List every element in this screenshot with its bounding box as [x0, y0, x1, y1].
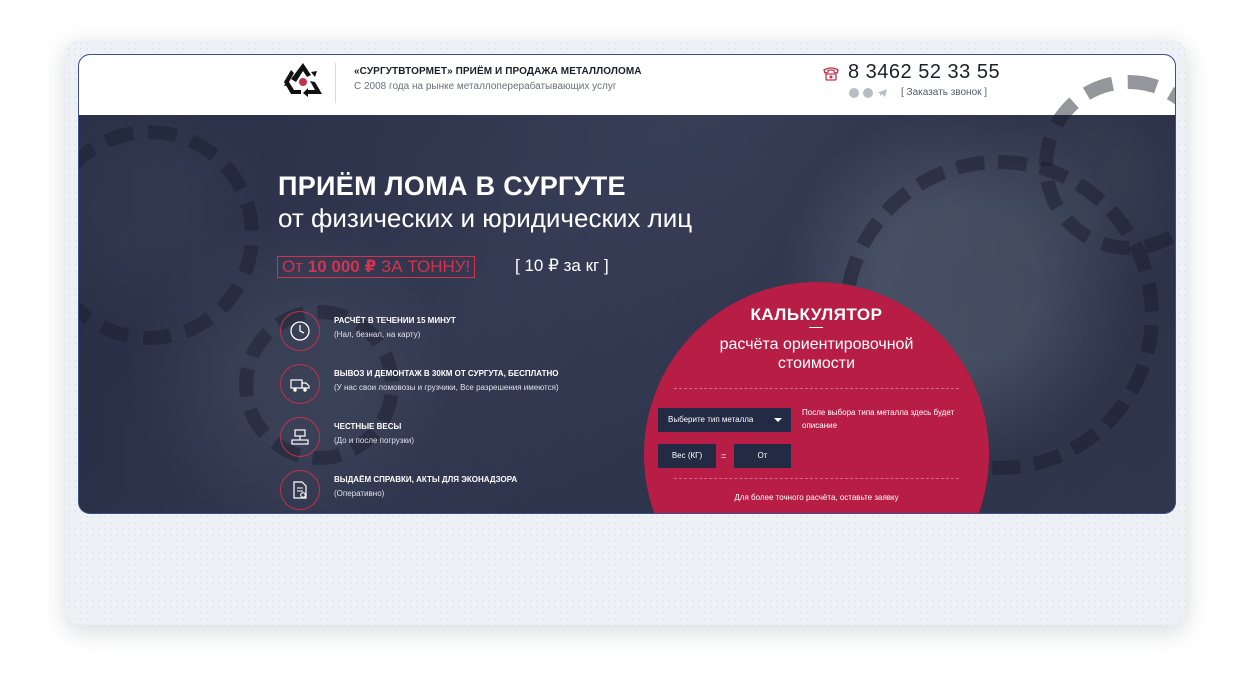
feature-title: ЧЕСТНЫЕ ВЕСЫ — [334, 422, 402, 431]
dashed-divider — [674, 388, 959, 389]
price-suffix: ЗА ТОННУ! — [376, 257, 471, 276]
result-field: От — [734, 444, 791, 468]
title-underline — [809, 327, 823, 328]
feature-desc: (У нас свои ломовозы и грузчики, Все раз… — [334, 383, 559, 392]
feature-desc: (Нал, безнал, на карту) — [334, 330, 421, 339]
feature-title: ВЫДАЁМ СПРАВКИ, АКТЫ ДЛЯ ЭКОНАДЗОРА — [334, 475, 518, 484]
website-view: «СУРГУТВТОРМЕТ» ПРИЁМ И ПРОДАЖА МЕТАЛЛОЛ… — [78, 54, 1176, 514]
hero-title: ПРИЁМ ЛОМА В СУРГУТЕ — [278, 171, 626, 201]
telegram-icon[interactable] — [877, 88, 887, 98]
calculator-subtitle-line2: стоимости — [777, 355, 856, 372]
price-badge: От 10 000 ₽ ЗА ТОННУ! — [277, 256, 476, 278]
truck-icon — [280, 364, 320, 404]
calculator-panel: КАЛЬКУЛЯТОР расчёта ориентировочной стои… — [644, 282, 989, 513]
price-value: 10 000 ₽ — [307, 257, 377, 276]
hero-section: ПРИЁМ ЛОМА В СУРГУТЕ от физических и юри… — [79, 75, 1175, 513]
phone-number[interactable]: 8 3462 52 33 55 — [848, 61, 1000, 84]
whatsapp-icon[interactable] — [863, 88, 873, 98]
dashed-divider — [674, 478, 959, 479]
phone-icon — [823, 67, 839, 81]
callback-link[interactable]: [ Заказать звонок ] — [901, 87, 987, 98]
viber-icon[interactable] — [849, 88, 859, 98]
calculator-footer-note: Для более точного расчёта, оставьте заяв… — [734, 493, 899, 502]
feature-title: ВЫВОЗ И ДЕМОНТАЖ В 30КМ ОТ СУРГУТА, БЕСП… — [334, 369, 559, 378]
hero-overlay — [79, 115, 1175, 513]
chevron-down-icon — [774, 418, 782, 422]
calculator-subtitle-line1: расчёта ориентировочной — [719, 336, 914, 353]
equals-sign: = — [721, 451, 727, 461]
metal-type-select[interactable]: Выберите тип металла — [658, 408, 791, 432]
site-header: «СУРГУТВТОРМЕТ» ПРИЁМ И ПРОДАЖА МЕТАЛЛОЛ… — [79, 55, 1175, 115]
document-icon — [280, 470, 320, 510]
recycle-logo-icon[interactable] — [281, 60, 325, 104]
metal-description-hint: После выбора типа металла здесь будет оп… — [802, 408, 955, 430]
hero-subtitle: от физических и юридических лиц — [278, 203, 693, 233]
weight-input[interactable]: Вес (КГ) — [658, 444, 716, 468]
scales-icon — [280, 417, 320, 457]
clock-icon — [280, 311, 320, 351]
brand-tagline: С 2008 года на рынке металлоперерабатыва… — [354, 81, 617, 92]
price-prefix: От — [282, 257, 308, 276]
calculator-subtitle: расчёта ориентировочной стоимости — [644, 335, 989, 373]
feature-desc: (До и после погрузки) — [334, 436, 415, 445]
header-divider — [335, 63, 336, 103]
metal-type-select-label: Выберите тип металла — [668, 415, 754, 424]
calculator-title: КАЛЬКУЛЯТОР — [750, 305, 883, 324]
feature-desc: (Оперативно) — [334, 489, 385, 498]
screenshot-stage: «СУРГУТВТОРМЕТ» ПРИЁМ И ПРОДАЖА МЕТАЛЛОЛ… — [0, 0, 1247, 682]
brand-title: «СУРГУТВТОРМЕТ» ПРИЁМ И ПРОДАЖА МЕТАЛЛОЛ… — [354, 66, 642, 77]
feature-title: РАСЧЁТ В ТЕЧЕНИИ 15 МИНУТ — [334, 316, 456, 325]
price-per-kg: [ 10 ₽ за кг ] — [515, 256, 609, 275]
